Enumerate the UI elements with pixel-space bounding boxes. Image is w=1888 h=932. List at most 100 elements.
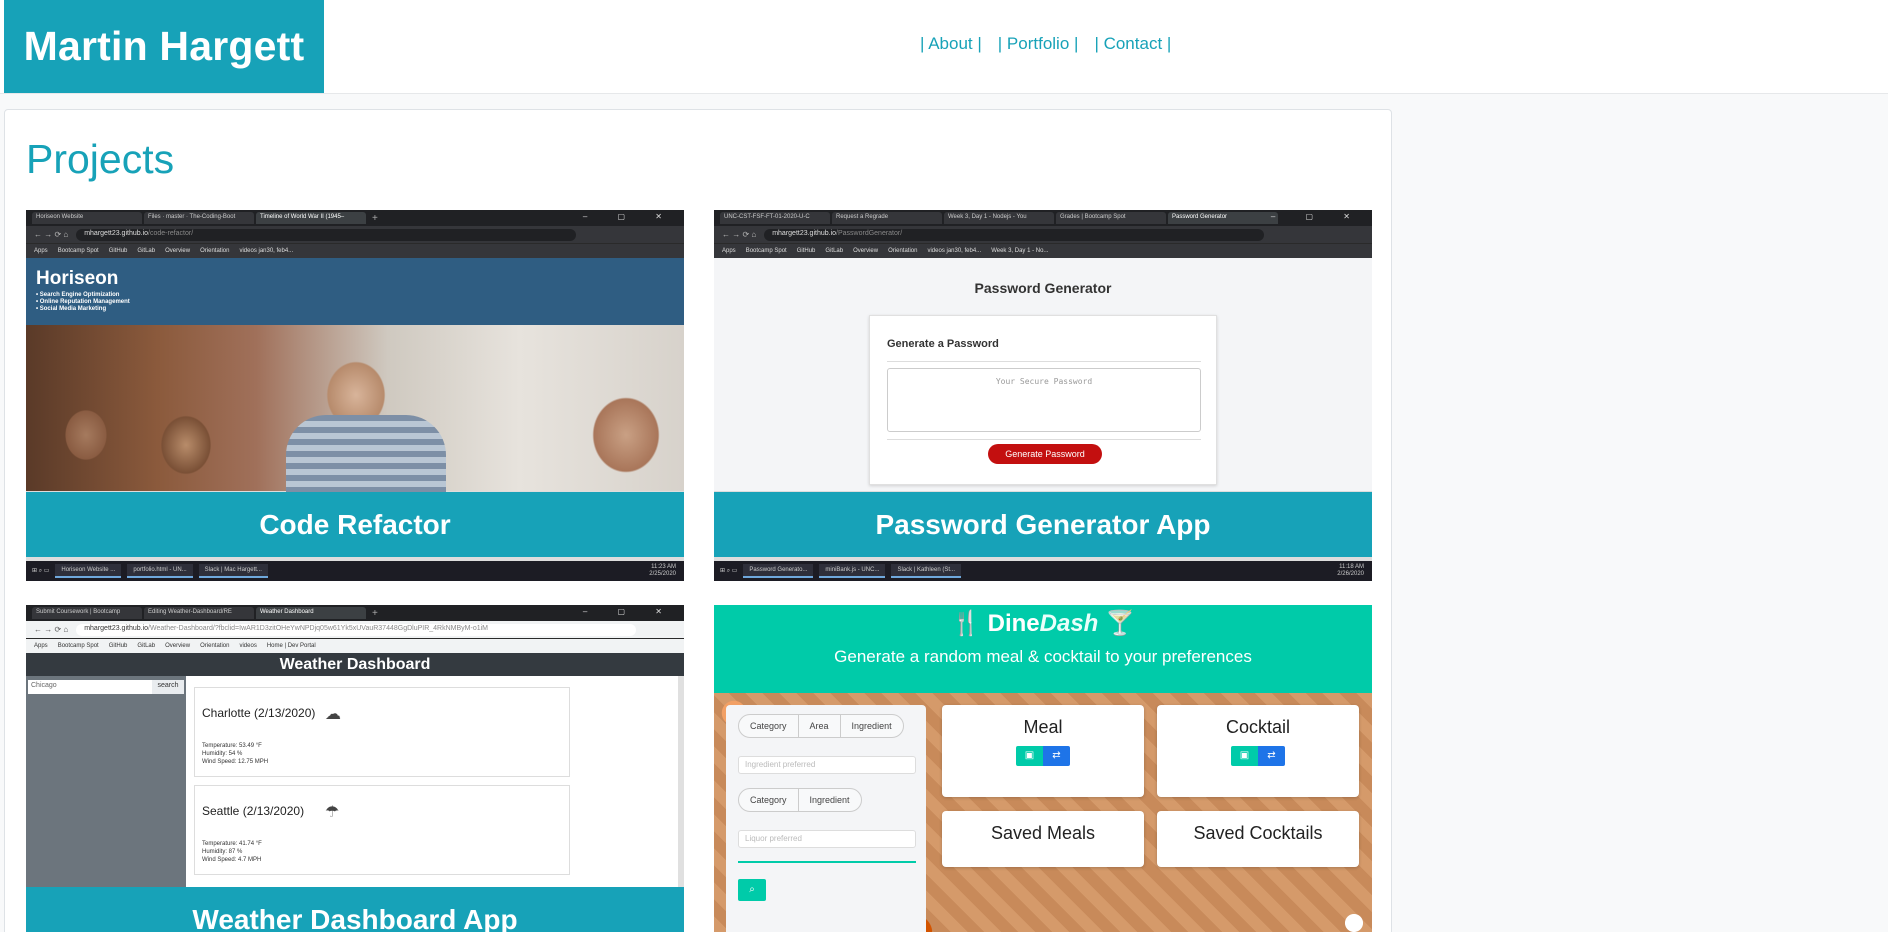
projects-card: Projects Horiseon Website Files · master… — [4, 109, 1392, 932]
bookmark: videos jan30, feb4... — [927, 248, 982, 254]
search-icon: ⌕ — [738, 879, 766, 901]
project-card-code-refactor[interactable]: Horiseon Website Files · master · The-Co… — [26, 210, 684, 581]
bookmark: GitHub — [108, 248, 128, 254]
address-bar: ← → ⟳ ⌂ mhargett23.github.io/Weather-Das… — [26, 621, 684, 638]
brand-logo[interactable]: Martin Hargett — [4, 0, 324, 93]
bookmark: GitHub — [796, 248, 816, 254]
filter-category: Category — [739, 715, 799, 737]
save-icon: ▣ — [1016, 746, 1043, 766]
url-field: mhargett23.github.io/Weather-Dashboard/?… — [76, 623, 637, 636]
generate-password-button: Generate Password — [988, 444, 1102, 464]
ingredient-input: Ingredient preferred — [738, 756, 916, 774]
filter-panel: Category Area Ingredient Ingredient pref… — [726, 705, 926, 932]
food-background: Category Area Ingredient Ingredient pref… — [714, 693, 1372, 932]
bookmark: Apps — [34, 643, 48, 649]
saved-meals-box: Saved Meals — [942, 811, 1144, 867]
nav-portfolio-link[interactable]: | Portfolio | — [998, 34, 1079, 54]
browser-tab: Submit Coursework | Bootcamp — [32, 607, 142, 619]
taskbar-item: Slack | Kathleen (St... — [891, 564, 962, 578]
divider — [887, 439, 1201, 440]
password-page: Password Generator Generate a Password Y… — [714, 258, 1372, 491]
weather-header: Weather Dashboard — [26, 653, 684, 676]
browser-tab: Files · master · The-Coding-Boot — [144, 212, 254, 224]
browser-tab: Request a Regrade — [832, 212, 942, 224]
project-card-weather-dashboard[interactable]: Submit Coursework | Bootcamp Editing Wea… — [26, 605, 684, 932]
bookmark: Apps — [34, 248, 48, 254]
page-background — [1392, 95, 1888, 932]
utensils-icon: 🍴 — [951, 610, 981, 637]
taskbar-item: Horiseon Website ... — [55, 564, 122, 578]
taskbar-clock: 11:23 AM 2/25/2020 — [649, 564, 676, 577]
taskbar-item: Slack | Mac Hargett... — [198, 564, 268, 578]
saved-cocktails-heading: Saved Cocktails — [1193, 823, 1323, 843]
liquor-input: Liquor preferred — [738, 830, 916, 848]
bookmarks-bar: Apps Bootcamp Spot GitHub GitLab Overvie… — [26, 243, 684, 258]
refresh-icon: ⇄ — [1258, 746, 1285, 766]
os-taskbar: ⊞ ⌕ ▭ Password Generato... miniBank.js -… — [714, 561, 1372, 581]
url-field: mhargett23.github.io/PasswordGenerator/ — [764, 228, 1265, 241]
city-name: Seattle (2/13/2020) — [202, 804, 305, 818]
taskbar-clock: 11:18 AM 2/26/2020 — [1337, 564, 1364, 577]
city-name: Charlotte (2/13/2020) — [202, 706, 316, 720]
divider — [887, 361, 1201, 362]
city-details: Temperature: 53.49 °F Humidity: 54 % Win… — [202, 743, 269, 765]
city-search-input: Chicago — [28, 680, 152, 694]
browser-tab: Horiseon Website — [32, 212, 142, 224]
cocktail-icon: 🍸 — [1105, 610, 1135, 637]
os-taskbar: ⊞ ⌕ ▭ Horiseon Website ... portfolio.htm… — [26, 561, 684, 581]
new-tab-icon: + — [372, 607, 378, 619]
bookmark: Overview — [165, 248, 191, 254]
project-card-dinedash[interactable]: 🍴 DineDash 🍸 Generate a random meal & co… — [714, 605, 1372, 932]
window-controls-icon: – ▢ ✕ — [1270, 212, 1364, 221]
nav-arrows-icon: ← → ⟳ ⌂ — [34, 625, 69, 634]
bookmark: Orientation — [200, 643, 230, 649]
bookmarks-bar: Apps Bootcamp Spot GitHub GitLab Overvie… — [26, 638, 684, 653]
window-controls-icon: – ▢ ✕ — [582, 607, 676, 616]
city-weather-card: Charlotte (2/13/2020) ☁ Temperature: 53.… — [194, 687, 570, 777]
filter-area: Area — [799, 715, 841, 737]
horiseon-banner: Horiseon • Search Engine Optimization • … — [26, 258, 684, 325]
taskbar-item: portfolio.html - UN... — [127, 564, 193, 578]
cocktail-filter-group: Category Ingredient — [738, 788, 862, 812]
bookmark: GitLab — [137, 248, 156, 254]
bookmark: Home | Dev Portal — [266, 643, 316, 649]
filter-category: Category — [739, 789, 799, 811]
bookmark: Overview — [853, 248, 879, 254]
browser-tabbar: Submit Coursework | Bootcamp Editing Wea… — [26, 605, 684, 621]
nav-contact-link[interactable]: | Contact | — [1094, 34, 1171, 54]
rain-icon: ☂ — [325, 804, 340, 821]
filter-ingredient: Ingredient — [851, 721, 892, 731]
pw-card: Generate a Password Your Secure Password… — [869, 315, 1217, 485]
window-controls-icon: – ▢ ✕ — [582, 212, 676, 221]
bookmark: GitLab — [825, 248, 844, 254]
refresh-icon: ⇄ — [1043, 746, 1070, 766]
project-card-password-generator[interactable]: UNC-CST-FSF-FT-01-2020-U-C Request a Reg… — [714, 210, 1372, 581]
team-photo-detail — [286, 415, 446, 495]
bookmark: Week 3, Day 1 - No... — [991, 248, 1049, 254]
nav-about-link[interactable]: | About | — [920, 34, 982, 54]
address-bar: ← → ⟳ ⌂ mhargett23.github.io/PasswordGen… — [714, 226, 1372, 243]
address-bar: ← → ⟳ ⌂ mhargett23.github.io/code-refact… — [26, 226, 684, 243]
browser-tab: Grades | Bootcamp Spot — [1056, 212, 1166, 224]
url-field: mhargett23.github.io/code-refactor/ — [76, 228, 577, 241]
dinedash-logo: 🍴 DineDash 🍸 — [951, 610, 1135, 637]
bookmark: Apps — [722, 248, 736, 254]
filter-ingredient: Ingredient — [809, 795, 850, 805]
browser-tabbar: UNC-CST-FSF-FT-01-2020-U-C Request a Reg… — [714, 210, 1372, 226]
browser-tab: Editing Weather-Dashboard/RE — [144, 607, 254, 619]
bookmark: Bootcamp Spot — [57, 248, 99, 254]
dinedash-header: 🍴 DineDash 🍸 Generate a random meal & co… — [714, 605, 1372, 693]
project-title-overlay: Weather Dashboard App — [26, 887, 684, 932]
top-navbar: Martin Hargett | About | | Portfolio | |… — [0, 0, 1888, 94]
city-weather-card: Seattle (2/13/2020) ☂ Temperature: 41.74… — [194, 785, 570, 875]
bookmark: videos — [239, 643, 257, 649]
cocktail-box: Cocktail ▣ ⇄ — [1157, 705, 1359, 797]
taskbar-item: Password Generato... — [743, 564, 814, 578]
page-title: Projects — [26, 136, 175, 182]
saved-cocktails-box: Saved Cocktails — [1157, 811, 1359, 867]
horiseon-name: Horiseon — [36, 268, 119, 289]
taskbar-item: miniBank.js - UNC... — [819, 564, 886, 578]
meal-filter-group: Category Area Ingredient — [738, 714, 904, 738]
main-nav: | About | | Portfolio | | Contact | — [920, 34, 1171, 54]
horiseon-list: • Search Engine Optimization • Online Re… — [36, 292, 130, 312]
